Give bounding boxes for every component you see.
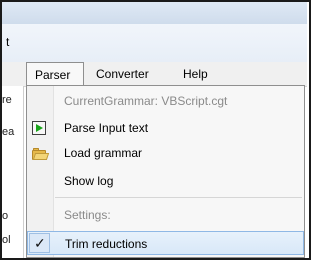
left-text-fragment: o [2,210,9,222]
menu-parser[interactable]: Parser [26,62,84,86]
play-icon [32,121,46,135]
current-grammar-label: CurrentGrammar: VBScript.cgt [64,94,228,108]
menu-item-load-grammar[interactable]: Load grammar [27,141,304,165]
show-log-label: Show log [64,174,114,188]
title-area [2,24,307,63]
trim-reductions-label: Trim reductions [65,237,148,251]
load-grammar-label: Load grammar [64,146,143,160]
menu-item-current-grammar: CurrentGrammar: VBScript.cgt [27,89,304,113]
checkmark-icon: ✓ [34,235,46,251]
parse-input-text-label: Parse Input text [64,121,149,135]
checkmark-box: ✓ [29,233,50,253]
menu-converter[interactable]: Converter [88,62,170,86]
title-bar[interactable] [2,2,307,25]
settings-label: Settings: [64,208,111,222]
menu-separator [55,197,302,198]
left-text-fragment: ea [2,126,15,138]
window-title-fragment: t [6,35,10,49]
left-text-fragment: ol [2,234,11,246]
left-text-fragment: re [2,94,12,106]
menu-help[interactable]: Help [175,62,215,86]
menu-item-parse-input-text[interactable]: Parse Input text [27,116,304,140]
parser-dropdown-menu: CurrentGrammar: VBScript.cgt Parse Input… [26,85,305,258]
left-content-panel: re ea o ol [2,86,24,258]
menu-item-settings-header: Settings: [27,203,304,227]
menu-item-trim-reductions[interactable]: ✓ Trim reductions [27,231,304,255]
menu-item-show-log[interactable]: Show log [27,169,304,193]
folder-icon [32,148,50,160]
